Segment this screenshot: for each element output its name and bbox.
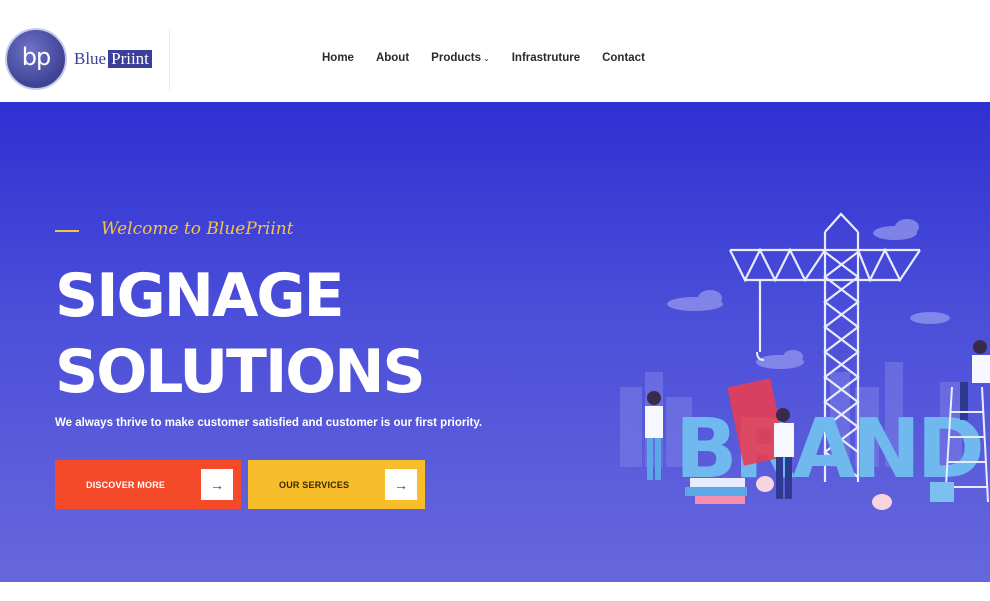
below-hero-space xyxy=(0,582,990,601)
nav-products-label: Products xyxy=(431,52,482,64)
nav-about[interactable]: About xyxy=(376,52,409,64)
hero-title: SIGNAGE SOLUTIONS xyxy=(55,258,426,410)
discover-more-label: DISCOVER MORE xyxy=(86,479,166,490)
arrow-right-icon: → xyxy=(201,469,233,500)
logo-mark[interactable]: bp xyxy=(5,28,67,90)
arrow-right-icon: → xyxy=(385,469,417,500)
nav-contact[interactable]: Contact xyxy=(602,52,645,64)
chevron-down-icon: ⌄ xyxy=(483,54,490,63)
site-header: bp Blue Priint Home About Products ⌄ Infra… xyxy=(0,0,990,102)
logo-wordmark-part1: Blue xyxy=(74,49,107,68)
main-nav: Home About Products ⌄ Infrastruture Conta… xyxy=(322,52,645,64)
logo-wordmark-part2: Priint xyxy=(108,50,152,68)
logo-mark-text: bp xyxy=(21,43,51,71)
brand-construction-illustration: BRAND xyxy=(620,212,990,510)
header-divider xyxy=(169,30,170,90)
hero-title-line1: SIGNAGE xyxy=(55,261,345,331)
discover-more-button[interactable]: DISCOVER MORE → xyxy=(55,460,241,509)
our-services-button[interactable]: OUR SERVICES → xyxy=(248,460,425,509)
hero-subtitle: We always thrive to make customer satisf… xyxy=(55,417,483,429)
nav-infrastructure[interactable]: Infrastruture xyxy=(512,52,580,64)
welcome-text: Welcome to BluePriint xyxy=(101,219,294,239)
hero-section: Welcome to BluePriint SIGNAGE SOLUTIONS … xyxy=(0,102,990,582)
welcome-dash xyxy=(55,230,79,232)
nav-products[interactable]: Products ⌄ xyxy=(431,52,490,64)
hero-title-line2: SOLUTIONS xyxy=(55,337,426,407)
nav-home[interactable]: Home xyxy=(322,52,354,64)
logo-wordmark[interactable]: Blue Priint xyxy=(74,49,152,69)
our-services-label: OUR SERVICES xyxy=(279,479,350,490)
